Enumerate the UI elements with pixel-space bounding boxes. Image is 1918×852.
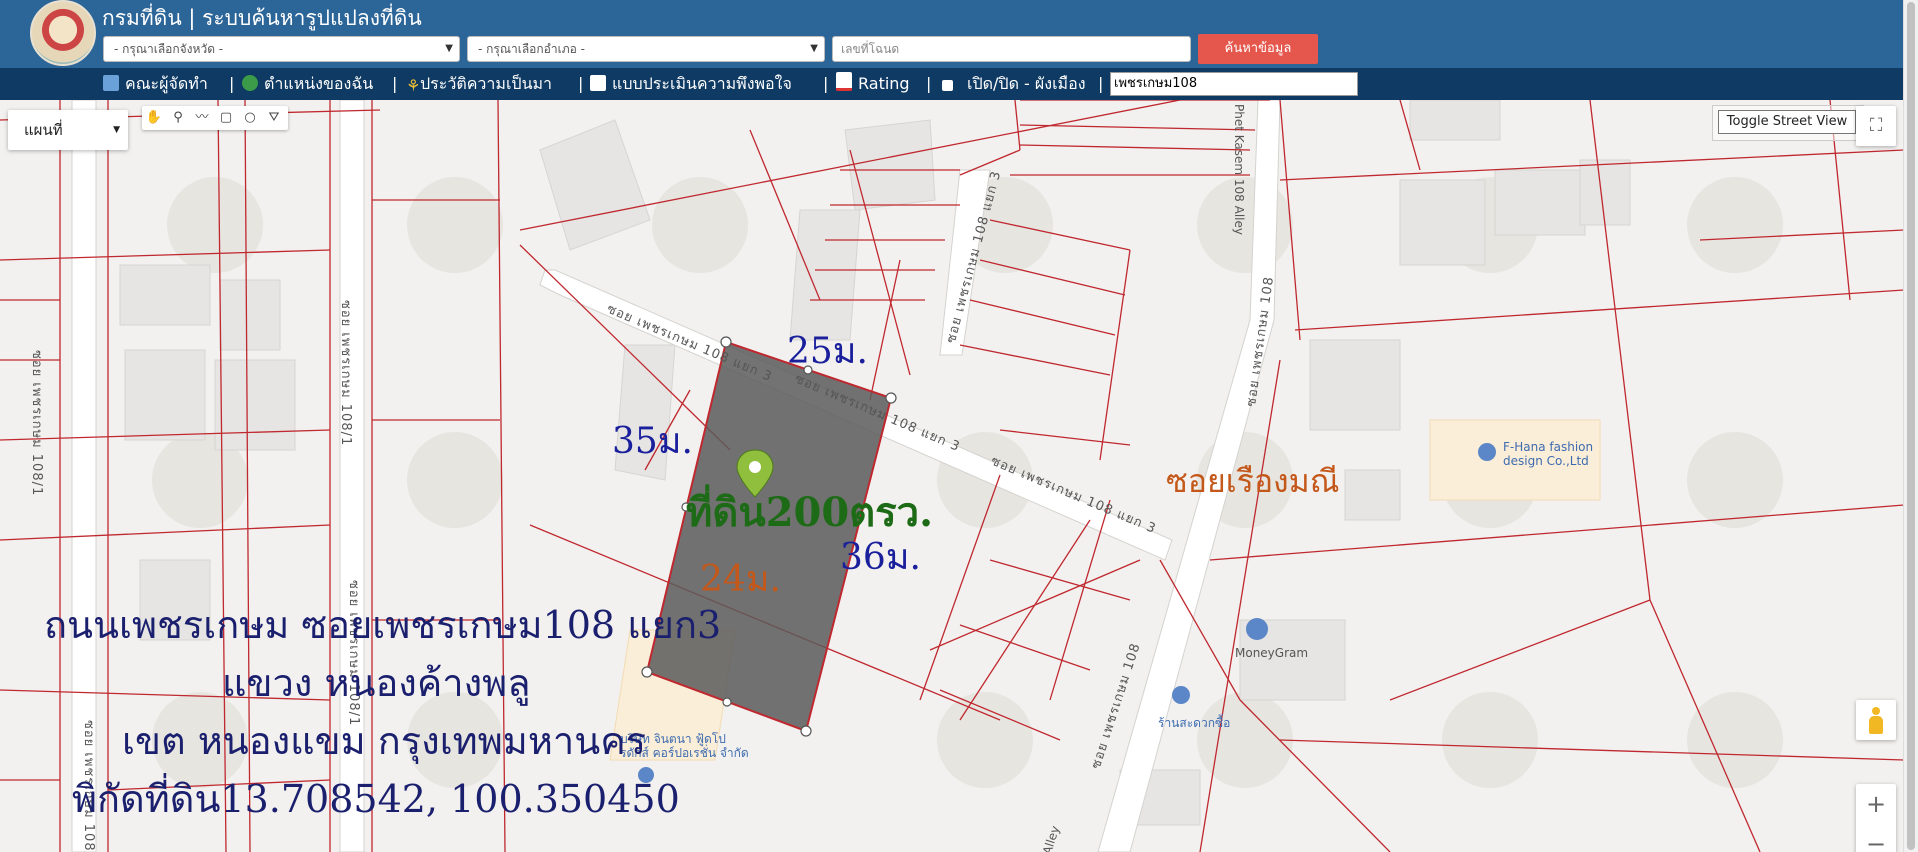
area-label: ที่ดิน200ตรว. — [686, 489, 934, 536]
chevron-down-icon: ▼ — [810, 43, 818, 54]
form-icon — [590, 75, 606, 91]
header-bar: กรมที่ดิน | ระบบค้นหารูปแปลงที่ดิน - กรุ… — [0, 0, 1904, 68]
coordinates-label: พิกัดที่ดิน13.708542, 100.350450 — [72, 777, 680, 821]
fullscreen-icon[interactable]: ⛶ — [1856, 106, 1896, 146]
nav-item-city-plan-toggle[interactable]: เปิด/ปิด - ผังเมือง — [942, 72, 1086, 96]
department-seal-logo — [30, 0, 96, 66]
pegman-icon[interactable] — [1856, 700, 1896, 740]
address-line-2: แขวง หนองค้างพลู — [222, 661, 531, 705]
nav-separator: | — [229, 74, 235, 93]
place-search-input[interactable]: เพชรเกษม108 — [1110, 72, 1358, 96]
polyline-icon[interactable]: 〰 — [190, 106, 214, 130]
province-select-label: - กรุณาเลือกจังหวัด - — [114, 42, 224, 56]
nav-separator: | — [1098, 74, 1104, 93]
map-canvas[interactable]: ซอย เพชรเกษม 108/1 ซอย เพชรเกษม 108/1 ซอ… — [0, 100, 1904, 852]
street-label: ซอย เพชรเกษม 108/1 — [29, 350, 44, 497]
polygon-icon[interactable]: ⛛ — [262, 106, 286, 130]
nav-item-label: แบบประเมินความพึงพอใจ — [612, 74, 792, 93]
nav-separator: | — [926, 74, 932, 93]
search-button[interactable]: ค้นหาข้อมูล — [1198, 34, 1318, 64]
poi-label[interactable]: MoneyGram — [1235, 646, 1308, 660]
nav-separator: | — [578, 74, 584, 93]
scrollbar-thumb[interactable] — [1907, 2, 1915, 850]
dimension-label-left: 35ม. — [612, 421, 693, 462]
road-name-label: ซอยเรืองมณี — [1166, 462, 1340, 500]
district-select[interactable]: - กรุณาเลือกอำเภอ - ▼ — [467, 36, 825, 62]
chevron-down-icon: ▼ — [113, 125, 120, 135]
nav-item-label: คณะผู้จัดทำ — [125, 74, 208, 93]
nav-item-label: ตำแหน่งของฉัน — [264, 74, 374, 93]
nav-item-my-location[interactable]: ตำแหน่งของฉัน — [242, 72, 373, 96]
globe-icon — [242, 75, 258, 91]
zoom-in-button[interactable]: + — [1856, 784, 1896, 824]
nav-item-label: Rating — [858, 74, 910, 93]
page-scrollbar[interactable] — [1903, 0, 1918, 852]
circle-icon[interactable]: ○ — [238, 106, 262, 130]
group-icon — [103, 75, 119, 91]
nav-item-label: เปิด/ปิด - ผังเมือง — [967, 74, 1086, 93]
hand-icon[interactable]: ✋ — [142, 106, 166, 130]
chart-icon — [836, 72, 852, 91]
drawing-toolbar: ✋ ⚲ 〰 ▢ ○ ⛛ — [142, 106, 288, 130]
street-label: ซอย เพชรเกษม 108/1 — [338, 300, 353, 447]
checkbox-icon[interactable] — [942, 80, 953, 91]
zoom-out-button[interactable]: − — [1856, 824, 1896, 852]
chevron-down-icon: ▼ — [445, 43, 453, 54]
address-line-1: ถนนเพชรเกษม ซอยเพชรเกษม108 แยก3 — [44, 603, 722, 647]
nav-item-survey[interactable]: แบบประเมินความพึงพอใจ — [590, 72, 792, 96]
poi-label[interactable]: F-Hana fashion design Co.,Ltd — [1503, 440, 1623, 468]
map-type-select[interactable]: แผนที่ ▼ — [8, 110, 128, 150]
marker-icon[interactable]: ⚲ — [166, 106, 190, 130]
nav-item-label: ประวัติความเป็นมา — [420, 74, 553, 93]
deed-number-input[interactable]: เลขที่โฉนด — [832, 36, 1191, 62]
district-select-label: - กรุณาเลือกอำเภอ - — [478, 42, 585, 56]
rectangle-icon[interactable]: ▢ — [214, 106, 238, 130]
nav-separator: | — [392, 74, 398, 93]
nav-item-team[interactable]: คณะผู้จัดทำ — [103, 72, 208, 96]
address-line-3: เขต หนองแขม กรุงเทพมหานคร — [122, 719, 647, 763]
dimension-label-top: 25ม. — [787, 331, 868, 372]
toggle-street-view-button[interactable]: Toggle Street View — [1718, 110, 1856, 134]
map-type-label: แผนที่ — [24, 121, 63, 139]
nav-item-history[interactable]: ⚘ประวัติความเป็นมา — [406, 72, 552, 96]
nav-item-rating[interactable]: Rating — [836, 72, 910, 96]
province-select[interactable]: - กรุณาเลือกจังหวัด - ▼ — [103, 36, 460, 62]
poi-label[interactable]: ร้านสะดวกซื้อ — [1158, 714, 1230, 733]
sprout-icon: ⚘ — [406, 76, 421, 95]
page-title: กรมที่ดิน | ระบบค้นหารูปแปลงที่ดิน — [102, 6, 422, 30]
street-label: Phet Kasem 108 Alley — [1232, 104, 1246, 235]
nav-separator: | — [823, 74, 829, 93]
zoom-control: + − — [1856, 784, 1896, 852]
